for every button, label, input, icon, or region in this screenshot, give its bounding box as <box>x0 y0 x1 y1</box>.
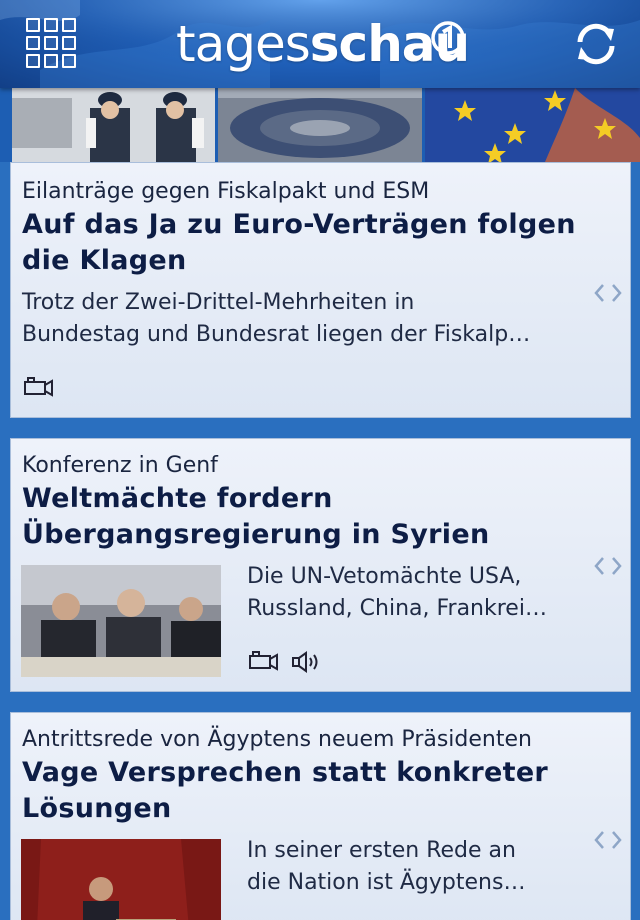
grid-cell <box>26 54 40 68</box>
teaser-line: Trotz der Zwei-Drittel-Mehrheiten in <box>22 290 415 315</box>
police-photo-art <box>12 88 215 162</box>
article-headline[interactable]: Auf das Ja zu Euro-Verträgen folgen die … <box>22 207 612 279</box>
headline-line: Lösungen <box>22 793 172 824</box>
headline-line: Übergangsregierung in Syrien <box>22 519 490 550</box>
teaser-line: Russland, China, Frankrei… <box>247 596 547 621</box>
article-kicker: Eilanträge gegen Fiskalpakt und ESM <box>22 179 430 204</box>
article-teaser: In seiner ersten Rede an die Nation ist … <box>247 835 525 899</box>
grid-cell <box>26 18 40 32</box>
article-card[interactable]: Antrittsrede von Ägyptens neuem Präsiden… <box>10 712 631 920</box>
swipe-chevrons-icon[interactable] <box>593 554 623 578</box>
teaser-line: die Nation ist Ägyptens… <box>247 870 526 895</box>
article-kicker: Antrittsrede von Ägyptens neuem Präsiden… <box>22 727 532 752</box>
article-headline[interactable]: Vage Versprechen statt konkreter Lösunge… <box>22 755 612 827</box>
speech-photo-art <box>21 839 221 920</box>
swipe-chevrons-icon[interactable] <box>593 281 623 305</box>
article-card[interactable]: Eilanträge gegen Fiskalpakt und ESM Auf … <box>10 162 631 418</box>
teaser-line: In seiner ersten Rede an <box>247 838 516 863</box>
refresh-icon[interactable] <box>570 18 622 70</box>
parliament-photo-art <box>218 88 422 162</box>
eu-flag-photo[interactable] <box>425 88 640 162</box>
menu-grid-button[interactable] <box>26 18 76 68</box>
app-logo: tagesschau <box>176 14 470 74</box>
video-icon[interactable] <box>22 376 54 400</box>
article-card[interactable]: Konferenz in Genf Weltmächte fordern Übe… <box>10 438 631 692</box>
police-photo[interactable] <box>12 88 215 162</box>
article-kicker: Konferenz in Genf <box>22 453 218 478</box>
headline-line: Vage Versprechen statt konkreter <box>22 757 549 788</box>
swipe-chevrons-icon[interactable] <box>593 828 623 852</box>
grid-cell <box>62 54 76 68</box>
teaser-image-strip <box>0 88 640 162</box>
headline-line: Weltmächte fordern <box>22 483 333 514</box>
logo-light-text: tages <box>176 15 311 73</box>
grid-cell <box>26 36 40 50</box>
grid-cell <box>44 54 58 68</box>
app-header: tagesschau <box>0 0 640 88</box>
grid-cell <box>62 36 76 50</box>
video-icon[interactable] <box>247 650 279 674</box>
grid-cell <box>44 18 58 32</box>
ard-one-icon <box>431 21 465 55</box>
conference-photo-art <box>21 565 221 677</box>
grid-cell <box>44 36 58 50</box>
teaser-line: Die UN-Vetomächte USA, <box>247 564 522 589</box>
article-thumbnail[interactable] <box>21 839 221 920</box>
headline-line: die Klagen <box>22 245 187 276</box>
teaser-line: Bundestag und Bundesrat liegen der Fiska… <box>22 322 531 347</box>
parliament-photo[interactable] <box>218 88 422 162</box>
grid-cell <box>62 18 76 32</box>
headline-line: Auf das Ja zu Euro-Verträgen folgen <box>22 209 576 240</box>
article-thumbnail[interactable] <box>21 565 221 677</box>
eu-flag-art <box>425 88 640 162</box>
audio-icon[interactable] <box>291 650 323 674</box>
article-teaser: Die UN-Vetomächte USA, Russland, China, … <box>247 561 547 625</box>
article-teaser: Trotz der Zwei-Drittel-Mehrheiten in Bun… <box>22 287 530 351</box>
article-headline[interactable]: Weltmächte fordern Übergangsregierung in… <box>22 481 612 553</box>
